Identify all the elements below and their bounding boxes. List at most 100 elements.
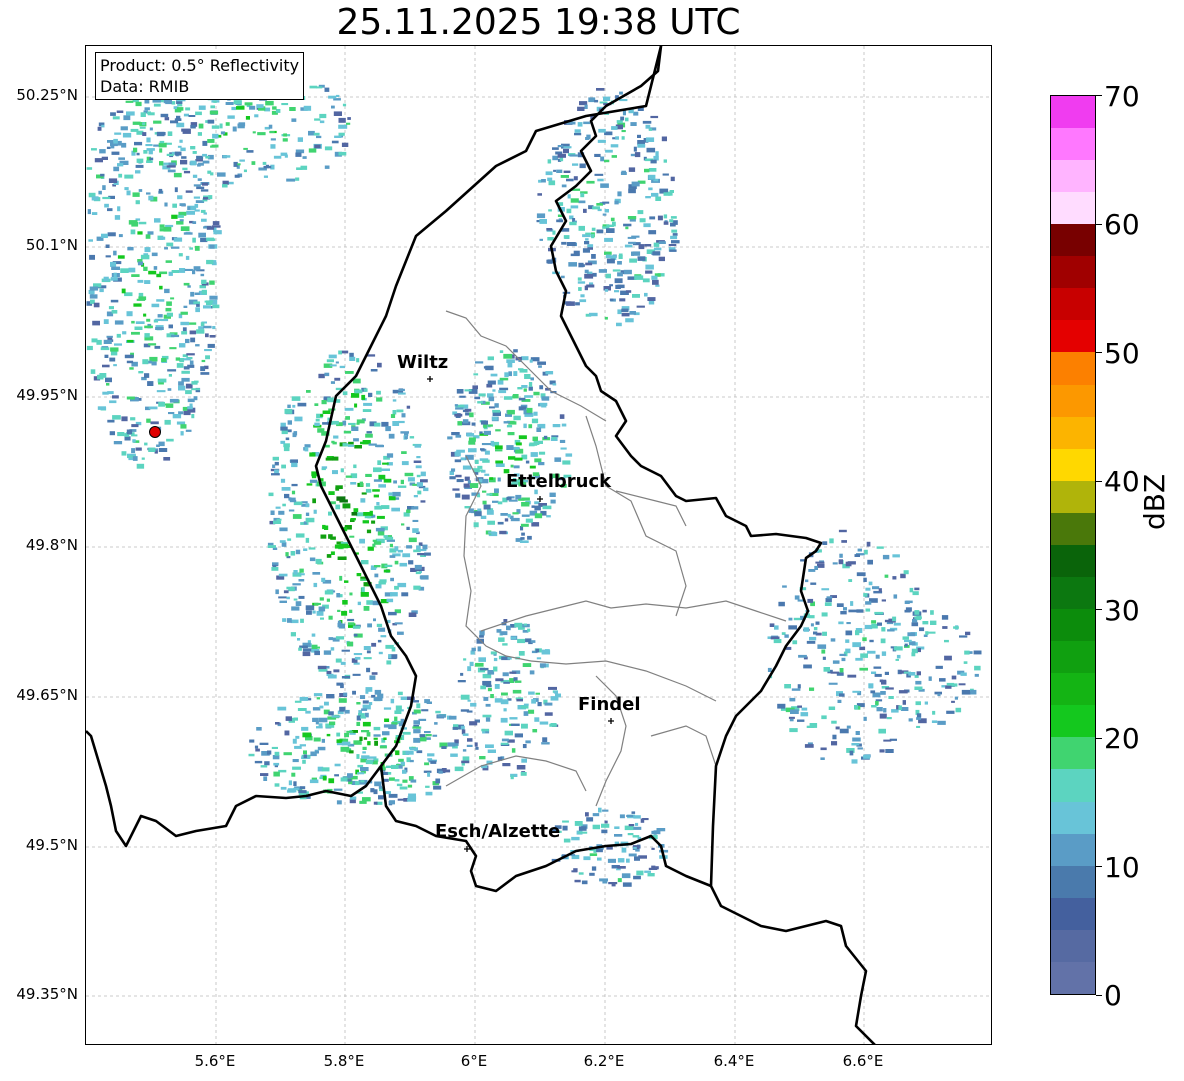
echo-cell <box>290 632 296 637</box>
echo-cell <box>490 440 495 446</box>
echo-cell <box>493 657 498 662</box>
echo-cell <box>394 779 400 782</box>
echo-cell <box>185 338 190 344</box>
colorbar <box>1050 95 1096 995</box>
echo-cell <box>168 374 172 377</box>
echo-cell <box>375 584 382 589</box>
echo-cell <box>191 381 198 385</box>
echo-cell <box>153 103 161 107</box>
echo-cell <box>513 465 520 469</box>
echo-cell <box>111 266 120 270</box>
echo-cell <box>388 724 397 730</box>
echo-cell <box>863 754 871 759</box>
echo-cell <box>501 692 508 696</box>
echo-cell <box>353 508 359 512</box>
echo-cell <box>454 459 462 463</box>
echo-cell <box>179 139 183 143</box>
echo-cell <box>338 124 348 129</box>
echo-cell <box>155 327 164 330</box>
echo-cell <box>412 528 419 533</box>
echo-cell <box>550 696 559 701</box>
echo-cell <box>183 232 193 235</box>
echo-cell <box>256 727 262 731</box>
echo-cell <box>131 222 139 227</box>
echo-cell <box>144 333 150 338</box>
echo-cell <box>286 596 290 600</box>
echo-cell <box>183 282 190 286</box>
echo-cell <box>329 721 336 726</box>
echo-cell <box>813 631 818 635</box>
echo-cell <box>419 736 427 742</box>
echo-cell <box>315 418 320 422</box>
echo-cell <box>376 502 380 506</box>
echo-cell <box>185 429 192 432</box>
echo-cell <box>559 439 566 443</box>
echo-cell <box>308 130 315 136</box>
echo-cell <box>158 401 165 407</box>
echo-cell <box>306 390 311 393</box>
echo-cell <box>548 180 556 186</box>
echo-cell <box>285 552 289 557</box>
echo-cell <box>106 383 110 386</box>
echo-cell <box>138 296 147 301</box>
echo-cell <box>274 461 279 466</box>
echo-cell <box>483 504 491 510</box>
echo-cell <box>464 476 470 481</box>
echo-cell <box>178 104 183 107</box>
echo-cell <box>345 371 354 374</box>
echo-cell <box>447 436 453 440</box>
echo-cell <box>298 595 305 599</box>
echo-cell <box>324 590 333 595</box>
echo-cell <box>334 774 339 777</box>
echo-cell <box>352 673 361 676</box>
echo-cell <box>789 719 794 722</box>
echo-cell <box>406 526 410 530</box>
echo-cell <box>881 651 887 656</box>
echo-cell <box>523 711 529 716</box>
echo-cell <box>605 149 613 153</box>
echo-cell <box>513 371 518 376</box>
lon-label: 6.6°E <box>842 1052 884 1070</box>
echo-cell <box>174 187 178 193</box>
echo-cell <box>402 731 411 735</box>
echo-cell <box>292 432 297 438</box>
echo-cell <box>831 741 838 746</box>
echo-cell <box>421 709 429 712</box>
echo-cell <box>526 407 533 413</box>
echo-cell <box>283 752 292 756</box>
echo-cell <box>536 427 542 432</box>
echo-cell <box>267 545 276 548</box>
echo-cell <box>469 661 474 667</box>
echo-cell <box>349 535 355 538</box>
echo-cell <box>658 241 666 244</box>
echo-cell <box>93 302 100 308</box>
echo-cell <box>326 554 332 558</box>
echo-cell <box>663 221 669 225</box>
echo-cell <box>342 503 351 509</box>
echo-cell <box>534 717 540 722</box>
echo-cell <box>321 767 330 772</box>
echo-cell <box>156 299 165 302</box>
echo-cell <box>495 678 504 682</box>
echo-cell <box>420 479 428 483</box>
echo-cell <box>610 217 615 222</box>
echo-cell <box>611 155 617 158</box>
echo-cell <box>200 366 206 372</box>
echo-cell <box>653 247 662 251</box>
colorbar-segment <box>1051 544 1095 577</box>
echo-cell <box>856 609 864 613</box>
echo-cell <box>469 721 478 726</box>
echo-cell <box>848 579 853 582</box>
echo-cell <box>563 146 572 149</box>
echo-cell <box>366 650 371 654</box>
echo-cell <box>384 718 390 722</box>
echo-cell <box>414 444 421 448</box>
echo-cell <box>521 497 530 501</box>
echo-cell <box>836 603 844 607</box>
echo-cell <box>653 830 657 835</box>
echo-cell <box>324 372 330 377</box>
radar-map[interactable] <box>85 45 992 1045</box>
echo-cell <box>267 750 272 755</box>
echo-cell <box>207 139 215 143</box>
echo-cell <box>344 407 354 411</box>
